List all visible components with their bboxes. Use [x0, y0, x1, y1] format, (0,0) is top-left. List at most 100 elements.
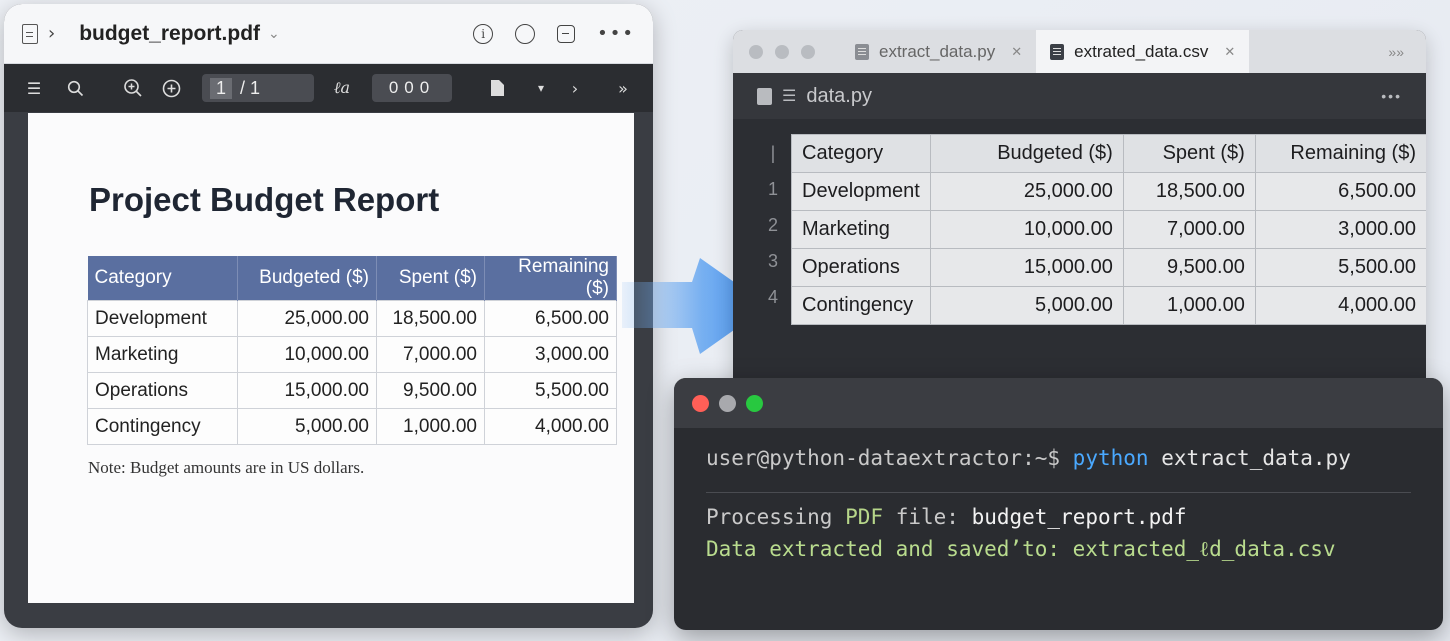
- table-row: Contingency 5,000.00 1,000.00 4,000.00: [87, 408, 617, 445]
- editor-file-header: ☰ data.py •••: [733, 73, 1426, 119]
- next-page-icon[interactable]: ›: [560, 79, 590, 98]
- line-number: |: [770, 143, 776, 163]
- close-tab-icon[interactable]: ✕: [1011, 44, 1022, 60]
- circle-icon[interactable]: [515, 23, 536, 44]
- editor-tab-bar: extract_data.py ✕ extrated_data.csv ✕ »»: [733, 30, 1426, 73]
- terminal-body[interactable]: user@python-dataextractor:~$ python extr…: [674, 428, 1443, 570]
- table-cell: 3,000.00: [484, 336, 617, 373]
- more-icon[interactable]: •••: [597, 23, 635, 44]
- current-page[interactable]: 1: [210, 77, 233, 99]
- more-icon[interactable]: •••: [1381, 88, 1402, 104]
- column-header: Category: [791, 134, 931, 173]
- table-row: Operations 15,000.00 9,500.00 5,500.00: [87, 372, 617, 409]
- page-icon[interactable]: [482, 79, 512, 97]
- file-icon: [855, 43, 869, 60]
- page-number-field[interactable]: 1 / 1: [202, 74, 314, 102]
- column-header: Remaining ($): [484, 256, 617, 301]
- column-header: Remaining ($): [1254, 134, 1426, 173]
- table-cell: Development: [87, 300, 238, 337]
- column-header: Budgeted ($): [237, 256, 377, 301]
- zoom-in-icon[interactable]: [116, 78, 150, 98]
- csv-data-table: Category Budgeted ($) Spent ($) Remainin…: [791, 134, 1426, 325]
- file-icon: [1050, 43, 1065, 60]
- info-icon[interactable]: i: [473, 23, 494, 44]
- table-cell[interactable]: 10,000.00: [929, 210, 1124, 249]
- table-cell: 1,000.00: [376, 408, 485, 445]
- table-row: Operations 15,000.00 9,500.00 5,500.00: [791, 248, 1426, 287]
- zoom-field[interactable]: 000: [372, 74, 452, 102]
- output-text: Processing: [706, 505, 833, 529]
- search-icon[interactable]: [56, 80, 94, 97]
- tab-extract-data-py[interactable]: extract_data.py ✕: [841, 30, 1036, 73]
- minimize-box-icon[interactable]: [557, 24, 576, 43]
- file-header-name: data.py: [806, 84, 872, 107]
- terminal-titlebar: [674, 378, 1443, 428]
- prompt-user: user@python-dataextractor:~$: [706, 446, 1061, 470]
- table-row: Development 25,000.00 18,500.00 6,500.00: [87, 300, 617, 337]
- chevron-down-icon[interactable]: ⌄: [268, 26, 280, 42]
- line-number: 3: [767, 251, 778, 271]
- zoom-dot-icon[interactable]: [746, 394, 763, 412]
- line-number-gutter: | 1 2 3 4: [763, 135, 783, 315]
- table-cell[interactable]: 5,000.00: [929, 286, 1124, 325]
- chevron-right-icon[interactable]: ›: [48, 23, 55, 44]
- pdf-window-title: budget_report.pdf: [79, 21, 261, 45]
- table-cell[interactable]: 9,500.00: [1122, 248, 1256, 287]
- more-tools-icon[interactable]: »: [608, 79, 638, 98]
- output-highlight: PDF: [845, 505, 884, 529]
- prompt-argument: extract_data.py: [1161, 446, 1351, 470]
- dropdown-icon[interactable]: ▾: [526, 81, 556, 95]
- total-pages: / 1: [240, 77, 261, 98]
- table-cell: 9,500.00: [376, 372, 485, 409]
- table-row: Marketing 10,000.00 7,000.00 3,000.00: [791, 210, 1426, 249]
- close-dot-icon[interactable]: [692, 394, 709, 412]
- pdf-page: Project Budget Report Category Budgeted …: [28, 113, 634, 603]
- column-header: Category: [87, 256, 238, 301]
- pdf-budget-table: Category Budgeted ($) Spent ($) Remainin…: [87, 256, 617, 445]
- file-icon: [757, 87, 772, 105]
- table-cell[interactable]: 1,000.00: [1122, 286, 1256, 325]
- document-title: Project Budget Report: [89, 181, 440, 218]
- output-filename: budget_report.pdf: [971, 505, 1187, 529]
- table-cell[interactable]: 15,000.00: [929, 248, 1124, 287]
- minimize-dot-icon[interactable]: [775, 44, 789, 59]
- output-line-processing: Processing PDF file: budget_report.pdf: [706, 505, 1411, 529]
- table-cell[interactable]: 7,000.00: [1122, 210, 1256, 249]
- table-cell[interactable]: Development: [791, 172, 931, 211]
- table-cell[interactable]: 25,000.00: [929, 172, 1124, 211]
- table-cell[interactable]: 18,500.00: [1122, 172, 1256, 211]
- table-cell: 10,000.00: [237, 336, 377, 373]
- column-header: Spent ($): [376, 256, 485, 301]
- table-cell[interactable]: Contingency: [791, 286, 931, 325]
- tabs-overflow-icon[interactable]: »»: [1388, 44, 1404, 60]
- signature-icon[interactable]: ℓa: [320, 78, 364, 98]
- tab-extracted-data-csv[interactable]: extrated_data.csv ✕: [1036, 30, 1250, 73]
- zoom-dot-icon[interactable]: [801, 44, 815, 59]
- table-cell[interactable]: 4,000.00: [1254, 286, 1426, 325]
- close-tab-icon[interactable]: ✕: [1224, 44, 1235, 60]
- table-cell[interactable]: Operations: [791, 248, 931, 287]
- editor-body[interactable]: | 1 2 3 4 Category Budgeted ($) Spent ($…: [733, 119, 1426, 390]
- table-cell[interactable]: Marketing: [791, 210, 931, 249]
- column-header: Spent ($): [1122, 134, 1256, 173]
- table-cell: Operations: [87, 372, 238, 409]
- footnote: Note: Budget amounts are in US dollars.: [88, 458, 365, 477]
- table-cell[interactable]: 5,500.00: [1254, 248, 1426, 287]
- sidebar-toggle-icon[interactable]: ☰: [18, 79, 50, 98]
- table-row: Marketing 10,000.00 7,000.00 3,000.00: [87, 336, 617, 373]
- table-cell: 4,000.00: [484, 408, 617, 445]
- table-cell[interactable]: 6,500.00: [1254, 172, 1426, 211]
- close-dot-icon[interactable]: [749, 44, 763, 59]
- menu-icon[interactable]: ☰: [782, 86, 796, 106]
- pdf-titlebar: › budget_report.pdf ⌄ i •••: [4, 4, 653, 64]
- output-line-saved: Data extracted and saved’to: extracted_ℓ…: [706, 537, 1336, 561]
- table-cell: 7,000.00: [376, 336, 485, 373]
- window-controls: [749, 44, 815, 59]
- table-cell[interactable]: 3,000.00: [1254, 210, 1426, 249]
- document-icon[interactable]: [22, 23, 38, 44]
- add-circle-icon[interactable]: [154, 79, 188, 98]
- output-text: file:: [895, 505, 959, 529]
- line-number: 4: [767, 287, 778, 307]
- minimize-dot-icon[interactable]: [719, 394, 736, 412]
- table-cell: Contingency: [87, 408, 238, 445]
